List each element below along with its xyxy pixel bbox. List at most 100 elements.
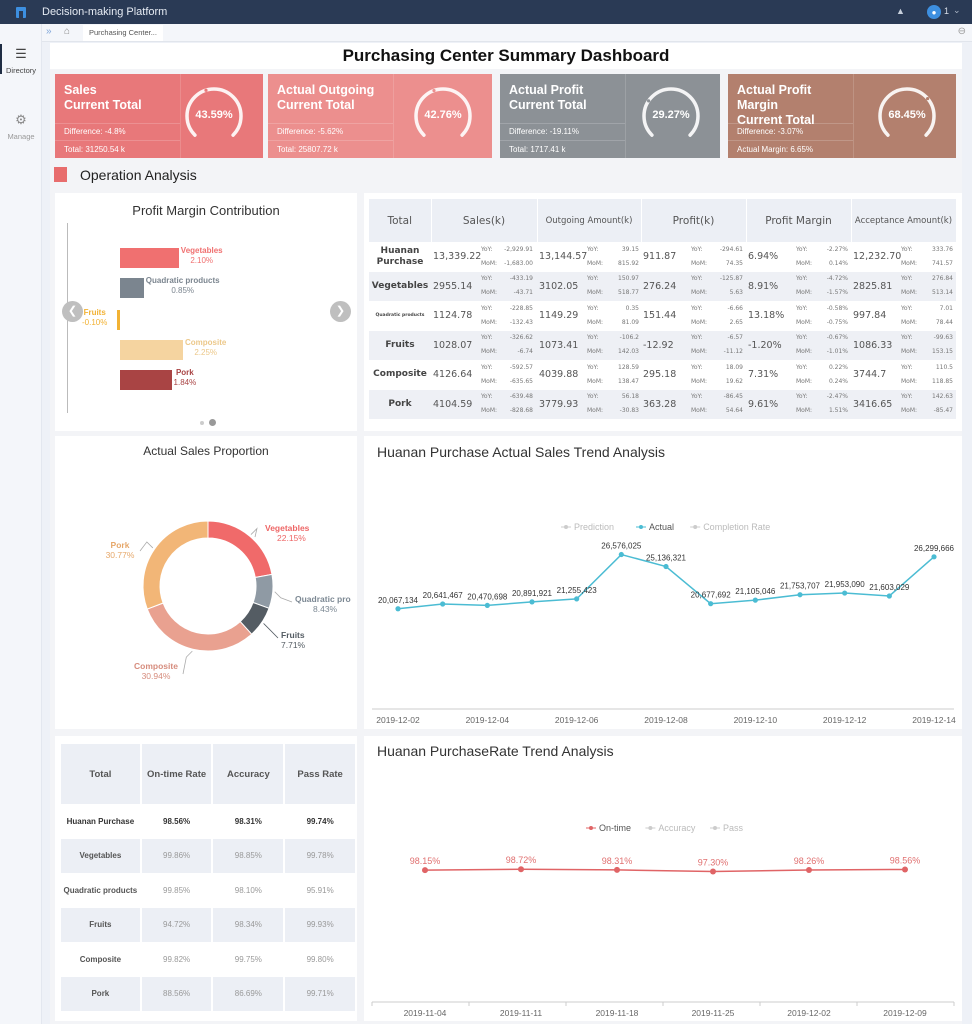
user-icon[interactable]: ● xyxy=(927,5,941,19)
yoy-value: -294.61 xyxy=(719,245,743,253)
data-point[interactable] xyxy=(797,592,803,598)
legend-dot[interactable] xyxy=(564,525,568,529)
chevron-left-icon[interactable]: ❮ xyxy=(62,301,83,322)
bar-name: Quadratic products xyxy=(145,276,220,285)
bar-quadratic-products[interactable] xyxy=(120,278,144,298)
legend-item[interactable]: Actual xyxy=(649,522,674,532)
table-row[interactable]: Composite 99.82% 99.75% 99.80% xyxy=(61,942,357,977)
user-name[interactable]: 1 xyxy=(944,6,949,16)
table-cell: 1149.29 YoY: 0.35 MoM: 81.09 xyxy=(537,301,641,331)
data-point[interactable] xyxy=(614,866,620,873)
data-point[interactable] xyxy=(752,597,758,603)
divider xyxy=(728,123,853,124)
table-row[interactable]: Fruits 1028.07 YoY: -326.62 MoM: -6.74 1073.41… xyxy=(369,330,956,360)
column-header[interactable]: On-time Rate xyxy=(140,744,214,804)
legend-dot[interactable] xyxy=(639,525,643,529)
data-point[interactable] xyxy=(529,599,535,605)
bar-fruits[interactable] xyxy=(117,310,120,330)
legend-dot[interactable] xyxy=(589,826,593,830)
legend-item[interactable]: Accuracy xyxy=(658,823,696,833)
table-cell: 12,232.70 YoY: 333.76 MoM: 741.57 xyxy=(851,242,956,272)
home-icon[interactable]: ⌂ xyxy=(64,26,70,37)
data-point[interactable] xyxy=(484,602,490,609)
legend-item[interactable]: Pass xyxy=(723,823,744,833)
donut-slice-composite[interactable] xyxy=(146,602,253,652)
data-point[interactable] xyxy=(518,866,524,873)
data-point[interactable] xyxy=(902,866,908,873)
divider xyxy=(268,123,393,124)
data-point[interactable] xyxy=(708,601,714,607)
expand-icon[interactable]: » xyxy=(46,26,52,37)
panel-title: Profit Margin Contribution xyxy=(132,203,280,218)
column-header[interactable]: Sales(k) xyxy=(431,199,538,242)
data-point[interactable] xyxy=(806,866,812,873)
table-row[interactable]: Pork 4104.59 YoY: -639.48 MoM: -828.68 3779.93… xyxy=(369,389,956,419)
page-dot-1[interactable] xyxy=(200,421,204,425)
collapse-icon[interactable]: ⊖ xyxy=(958,26,966,37)
sidebar-item-directory[interactable]: ☰ Directory xyxy=(0,46,42,75)
data-point[interactable] xyxy=(422,867,428,874)
mom-line: MoM: -132.43 xyxy=(481,316,533,330)
data-point[interactable] xyxy=(395,606,401,612)
cell-value: 3102.05 xyxy=(539,280,579,292)
chevron-right-icon[interactable]: ❯ xyxy=(330,301,351,322)
data-point[interactable] xyxy=(886,593,892,599)
kpi-card[interactable]: Actual Profit Current Total Difference: -1… xyxy=(500,74,720,158)
kpi-card[interactable]: Actual Outgoing Current Total Difference: … xyxy=(268,74,492,158)
column-header[interactable]: Accuracy xyxy=(212,744,286,804)
bell-icon[interactable]: ▲ xyxy=(896,7,905,16)
data-point[interactable] xyxy=(931,554,937,560)
yoy-label: YoY: xyxy=(901,275,913,283)
table-row[interactable]: Vegetables 2955.14 YoY: -433.19 MoM: -43.71 31… xyxy=(369,271,956,301)
table-row[interactable]: Pork 88.56% 86.69% 99.71% xyxy=(61,976,357,1011)
cell-content: 276.24 YoY: -125.87 MoM: 5.63 xyxy=(643,272,744,300)
column-header[interactable]: Profit(k) xyxy=(641,199,747,242)
table-row[interactable]: Vegetables 99.86% 98.85% 99.78% xyxy=(61,838,357,873)
sidebar-item-manage[interactable]: ⚙ Manage xyxy=(0,112,42,141)
legend-item[interactable]: On-time xyxy=(599,823,631,833)
data-point[interactable] xyxy=(663,563,669,570)
kpi-card[interactable]: Sales Current Total Difference: -4.8% Total… xyxy=(55,74,263,158)
mom-label: MoM: xyxy=(901,259,918,267)
column-header[interactable]: Pass Rate xyxy=(284,744,357,804)
column-header[interactable]: Acceptance Amount(k) xyxy=(851,199,957,242)
profit-margin-panel: Profit Margin Contribution ❮ ❯ Vegetable… xyxy=(55,193,357,431)
donut-slice-vegetables[interactable] xyxy=(207,520,273,579)
mom-label: MoM: xyxy=(796,348,813,356)
tab-purchasing-center[interactable]: Purchasing Center... xyxy=(83,25,163,41)
data-point[interactable] xyxy=(710,868,716,875)
yoy-line: YoY: 333.76 xyxy=(901,243,953,257)
legend-dot[interactable] xyxy=(713,826,717,830)
legend-item[interactable]: Completion Rate xyxy=(703,522,770,532)
bar-pork[interactable] xyxy=(120,370,172,390)
chevron-down-icon[interactable]: ⌄ xyxy=(953,5,961,16)
data-point[interactable] xyxy=(618,551,624,558)
data-point[interactable] xyxy=(574,596,580,602)
donut-slice-pork[interactable] xyxy=(142,520,209,610)
table-row[interactable]: Huanan Purchase 98.56% 98.31% 99.74% xyxy=(61,804,357,839)
table-row[interactable]: Huanan Purchase 13,339.22 YoY: -2,929.91 MoM… xyxy=(369,242,956,272)
mom-label: MoM: xyxy=(901,407,918,415)
table-row[interactable]: Quadratic products 1124.78 YoY: -228.85 MoM:… xyxy=(369,301,956,331)
bar-vegetables[interactable] xyxy=(120,248,179,268)
legend-item[interactable]: Prediction xyxy=(574,522,614,532)
column-header[interactable]: Outgoing Amount(k) xyxy=(537,199,642,242)
kpi-card[interactable]: Actual Profit Margin Current Total Differe… xyxy=(728,74,956,158)
column-header[interactable]: Total xyxy=(369,199,432,242)
table-row[interactable]: Quadratic products 99.85% 98.10% 95.91% xyxy=(61,873,357,908)
page-dot-2[interactable] xyxy=(209,419,216,426)
mom-value: 78.44 xyxy=(935,318,953,326)
data-point[interactable] xyxy=(842,590,848,596)
column-header[interactable]: Total xyxy=(61,744,142,804)
column-header[interactable]: Profit Margin xyxy=(746,199,852,242)
yoy-mom: YoY: -2.47% MoM: 1.51% xyxy=(796,390,848,418)
cell-content: 3779.93 YoY: 56.18 MoM: -30.83 xyxy=(539,390,639,418)
legend-dot[interactable] xyxy=(648,826,653,830)
table-row[interactable]: Composite 4126.64 YoY: -592.57 MoM: -635.65 40… xyxy=(369,360,956,390)
bar-composite[interactable] xyxy=(120,340,183,360)
legend-dot[interactable] xyxy=(693,525,698,529)
table-cell: 6.94% YoY: -2.27% MoM: 0.14% xyxy=(746,242,851,272)
table-row[interactable]: Fruits 94.72% 98.34% 99.93% xyxy=(61,907,357,942)
data-label: 97.30% xyxy=(698,858,729,868)
data-point[interactable] xyxy=(440,601,446,607)
